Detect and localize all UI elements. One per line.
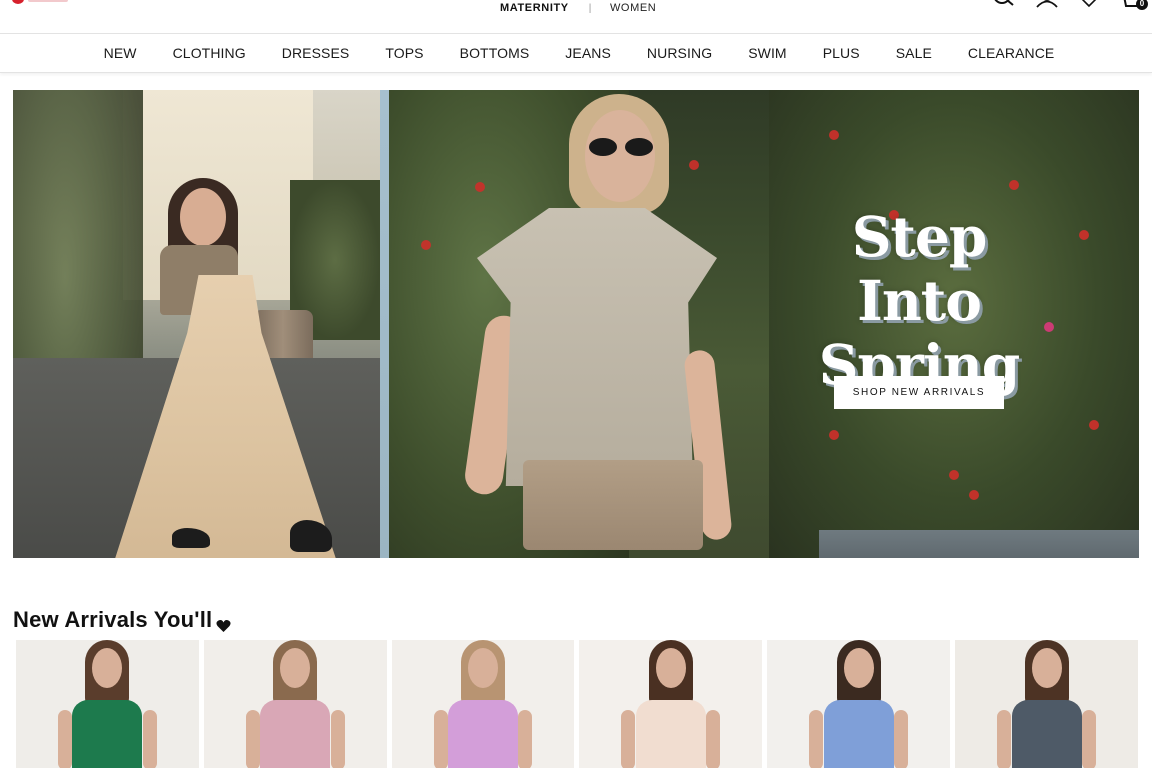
flower-decor xyxy=(949,470,959,480)
heart-icon xyxy=(216,613,231,632)
product-card[interactable] xyxy=(955,640,1138,768)
flower-decor xyxy=(829,430,839,440)
new-arrivals-heading: New Arrivals You'll xyxy=(13,607,231,633)
nav-item-plus[interactable]: PLUS xyxy=(805,45,878,61)
product-garment xyxy=(448,700,519,768)
product-card[interactable] xyxy=(579,640,763,768)
nav-item-nursing[interactable]: NURSING xyxy=(629,45,730,61)
store-tab-maternity[interactable]: MATERNITY xyxy=(500,2,569,14)
product-model-arm xyxy=(706,710,721,768)
brand-logo[interactable] xyxy=(12,0,24,4)
product-garment xyxy=(72,700,143,768)
store-tab-women[interactable]: WOMEN xyxy=(610,2,656,14)
top-header: MATERNITY | WOMEN 0 xyxy=(0,0,1152,33)
brand-logo-text[interactable] xyxy=(28,0,68,2)
hero-right-model-shorts xyxy=(523,460,703,550)
header-icons: 0 xyxy=(994,0,1148,10)
nav-item-clearance[interactable]: CLEARANCE xyxy=(950,45,1072,61)
account-icon[interactable] xyxy=(1036,0,1058,8)
heart-icon[interactable] xyxy=(1078,0,1100,8)
product-card[interactable] xyxy=(16,640,199,768)
nav-item-tops[interactable]: TOPS xyxy=(367,45,441,61)
product-card[interactable] xyxy=(391,640,575,768)
product-model-arm xyxy=(809,710,824,768)
product-card[interactable] xyxy=(767,640,951,768)
product-model-arm xyxy=(142,710,157,768)
product-model-arm xyxy=(621,710,636,768)
new-arrivals-title: New Arrivals You'll xyxy=(13,607,213,632)
product-model-face xyxy=(1031,648,1062,688)
cart-count-badge: 0 xyxy=(1136,0,1148,10)
nav-item-clothing[interactable]: CLOTHING xyxy=(155,45,264,61)
product-card[interactable] xyxy=(203,640,387,768)
flower-decor xyxy=(475,182,485,192)
product-model-arm xyxy=(330,710,345,768)
new-arrivals-carousel xyxy=(16,640,1138,768)
nav-item-dresses[interactable]: DRESSES xyxy=(264,45,368,61)
hero-right-planter xyxy=(819,530,1139,558)
product-garment xyxy=(260,700,331,768)
product-model-face xyxy=(655,648,686,688)
hero-headline-line1: Step Into xyxy=(851,204,988,333)
product-model-arm xyxy=(58,710,72,768)
flower-decor xyxy=(1089,420,1099,430)
flower-decor xyxy=(829,130,839,140)
hero-left-model-head xyxy=(180,188,226,246)
store-tab-separator: | xyxy=(588,2,592,14)
nav-item-bottoms[interactable]: BOTTOMS xyxy=(442,45,548,61)
search-icon[interactable] xyxy=(994,0,1016,8)
flower-decor xyxy=(421,240,431,250)
flower-decor xyxy=(1009,180,1019,190)
category-nav-list: NEW CLOTHING DRESSES TOPS BOTTOMS JEANS … xyxy=(0,34,1152,72)
nav-item-jeans[interactable]: JEANS xyxy=(547,45,629,61)
cart-icon[interactable]: 0 xyxy=(1120,0,1148,10)
product-model-arm xyxy=(518,710,533,768)
product-garment xyxy=(1011,700,1082,768)
sunglasses-icon xyxy=(589,138,655,156)
product-garment xyxy=(635,700,706,768)
nav-item-swim[interactable]: SWIM xyxy=(730,45,805,61)
product-model-arm xyxy=(997,710,1012,768)
hero-right-model-top xyxy=(477,208,717,486)
category-nav: NEW CLOTHING DRESSES TOPS BOTTOMS JEANS … xyxy=(0,33,1152,73)
product-model-arm xyxy=(1081,710,1096,768)
product-model-face xyxy=(843,648,874,688)
product-garment xyxy=(823,700,894,768)
product-model-face xyxy=(468,648,499,688)
product-model-arm xyxy=(894,710,909,768)
hero-divider xyxy=(380,90,389,558)
hero-right-model-face xyxy=(585,110,655,202)
shop-new-arrivals-button[interactable]: SHOP NEW ARRIVALS xyxy=(834,376,1004,409)
nav-item-new[interactable]: NEW xyxy=(86,45,155,61)
hero-image-left[interactable] xyxy=(13,90,380,558)
hero-headline: Step Into Spring xyxy=(789,205,1049,397)
flower-decor xyxy=(969,490,979,500)
store-switcher: MATERNITY | WOMEN xyxy=(500,2,656,14)
flower-decor xyxy=(1079,230,1089,240)
flower-decor xyxy=(689,160,699,170)
product-model-arm xyxy=(245,710,260,768)
product-model-arm xyxy=(433,710,448,768)
nav-item-sale[interactable]: SALE xyxy=(878,45,950,61)
